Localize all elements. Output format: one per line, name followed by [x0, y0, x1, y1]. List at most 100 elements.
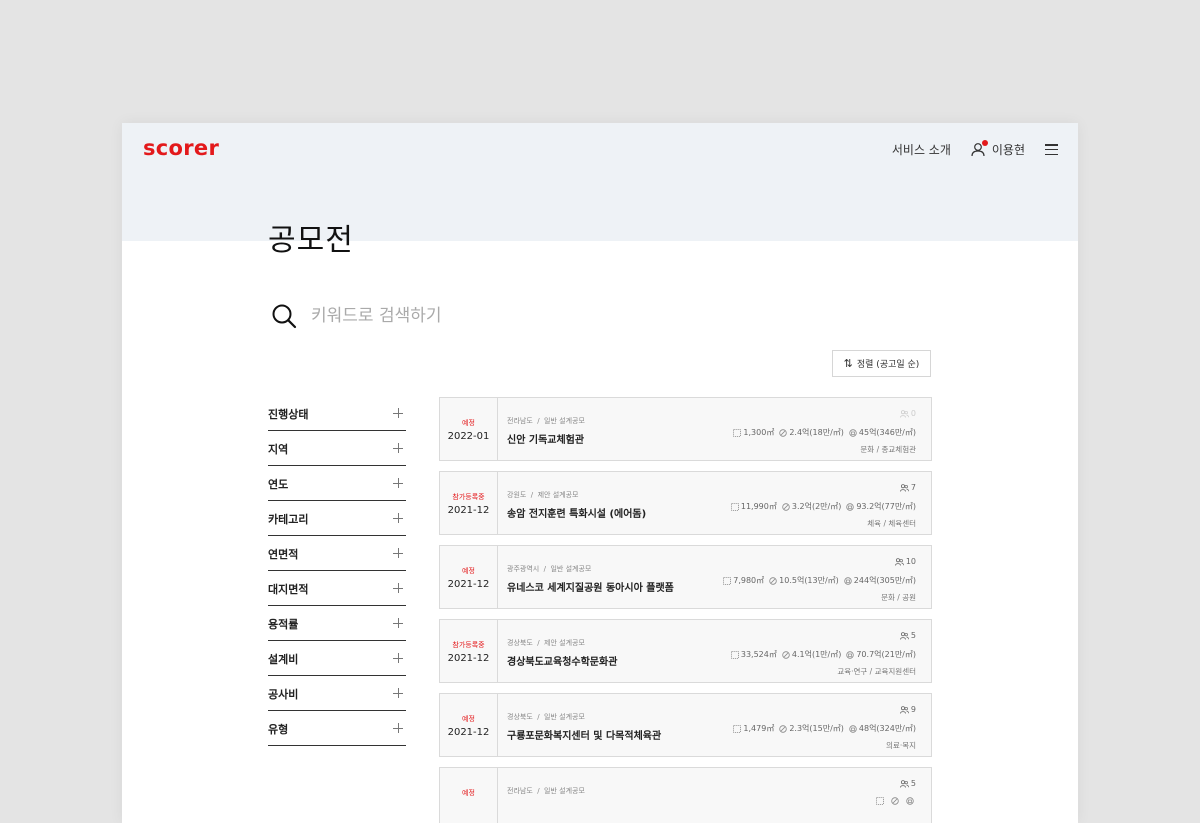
design-fee-icon [779, 428, 788, 437]
date-column: 참가등록중 2021-12 [440, 472, 498, 534]
date-column: 예정 2022-01 [440, 398, 498, 460]
region-type: 경상북도 / 일반 설계공모 [507, 713, 585, 721]
competition-title: 경상북도교육청수학문화관 [507, 657, 618, 668]
area-value: 11,990㎡ [740, 502, 777, 511]
contest-type: 일반 설계공모 [544, 417, 585, 425]
plus-icon[interactable] [393, 408, 403, 418]
search-bar [271, 303, 713, 329]
area-icon [731, 650, 739, 659]
plus-icon[interactable] [393, 723, 403, 733]
announce-date: 2022-01 [447, 431, 490, 442]
user-name: 이용현 [991, 143, 1025, 157]
contest-type: 제안 설계공모 [537, 491, 579, 499]
search-icon[interactable] [271, 303, 297, 329]
area-icon [731, 502, 739, 511]
design-fee-metric: 10.5억(13만/㎡) [769, 575, 839, 586]
participant-count: 9 [900, 705, 916, 714]
filter-category[interactable]: 카테고리 [268, 502, 406, 536]
construction-cost-metric [906, 797, 916, 805]
area-icon [733, 724, 742, 733]
service-intro-link[interactable]: 서비스 소개 [892, 141, 951, 158]
competition-card[interactable]: 예정 2021-12 광주광역시 / 일반 설계공모 유네스코 세계지질공원 동… [439, 545, 932, 609]
category-label: 의료·복지 [886, 741, 916, 750]
participant-value: 0 [910, 409, 916, 418]
filter-site-area[interactable]: 대지면적 [268, 572, 406, 606]
contest-type: 일반 설계공모 [550, 565, 592, 573]
area-value: 1,479㎡ [743, 724, 775, 733]
competition-card[interactable]: 참가등록중 2021-12 강원도 / 제안 설계공모 송암 전지훈련 특화시설… [439, 471, 932, 535]
filter-construction-cost[interactable]: 공사비 [268, 677, 406, 711]
filter-label: 설계비 [268, 652, 299, 666]
construction-cost-value: 45억(346만/㎡) [858, 428, 916, 437]
logo[interactable]: scorer [143, 136, 219, 160]
competition-card[interactable]: 예정 2022-01 전라남도 / 일반 설계공모 신안 기독교체험관 0 1,… [439, 397, 932, 461]
filter-label: 연면적 [268, 547, 299, 561]
region-type: 광주광역시 / 일반 설계공모 [507, 565, 592, 573]
contest-type: 일반 설계공모 [544, 787, 585, 795]
construction-cost-metric: 45억(346만/㎡) [849, 427, 916, 438]
announce-date: 2021-12 [447, 727, 490, 738]
status-badge: 예정 [462, 715, 475, 723]
date-column: 예정 2021-12 [440, 546, 498, 608]
date-column: 예정 2021-12 [440, 694, 498, 756]
filter-far[interactable]: 용적률 [268, 607, 406, 641]
user-menu[interactable]: 이용현 [971, 140, 1025, 158]
plus-icon[interactable] [393, 688, 403, 698]
region: 경상북도 [507, 639, 533, 647]
participant-count: 7 [900, 483, 916, 492]
region-type: 강원도 / 제안 설계공모 [507, 491, 579, 499]
sort-button[interactable]: ⇅ 정렬 (공고일 순) [832, 350, 931, 377]
competition-card[interactable]: 예정 전라남도 / 일반 설계공모 5 [439, 767, 932, 823]
search-input[interactable] [309, 305, 713, 327]
construction-cost-value: 48억(324만/㎡) [858, 724, 916, 733]
region-type: 경상북도 / 제안 설계공모 [507, 639, 585, 647]
plus-icon[interactable] [393, 618, 403, 628]
filter-design-fee[interactable]: 설계비 [268, 642, 406, 676]
plus-icon[interactable] [393, 548, 403, 558]
category: 의료·복지 [886, 740, 916, 751]
status-badge: 참가등록중 [452, 493, 485, 501]
construction-cost-value: 244억(305만/㎡) [853, 576, 916, 585]
construction-cost-icon [846, 502, 855, 511]
construction-cost-value: 70.7억(21만/㎡) [856, 650, 916, 659]
filter-label: 용적률 [268, 617, 299, 631]
top-nav: 서비스 소개 이용현 [892, 140, 1058, 158]
area-value: 7,980㎡ [733, 576, 765, 585]
filter-region[interactable]: 지역 [268, 432, 406, 466]
area-metric: 1,479㎡ [733, 723, 774, 734]
competition-card[interactable]: 참가등록중 2021-12 경상북도 / 제안 설계공모 경상북도교육청수학문화… [439, 619, 932, 683]
metrics: 33,524㎡ 4.1억(1만/㎡) 70.7억(21만/㎡) [726, 649, 916, 660]
design-fee-icon [891, 797, 899, 805]
plus-icon[interactable] [393, 478, 403, 488]
hamburger-menu-icon[interactable] [1045, 144, 1058, 155]
filter-floor-area[interactable]: 연면적 [268, 537, 406, 571]
design-fee-metric: 4.1억(1만/㎡) [782, 649, 841, 660]
area-icon [723, 576, 732, 585]
plus-icon[interactable] [393, 513, 403, 523]
area-value: 33,524㎡ [740, 650, 777, 659]
category-label: 체육 [867, 519, 882, 528]
region: 경상북도 [507, 713, 533, 721]
construction-cost-icon [849, 724, 857, 733]
construction-cost-metric: 244억(305만/㎡) [844, 575, 916, 586]
region-type: 전라남도 / 일반 설계공모 [507, 417, 585, 425]
filter-year[interactable]: 연도 [268, 467, 406, 501]
filter-status[interactable]: 진행상태 [268, 397, 406, 431]
filter-type[interactable]: 유형 [268, 712, 406, 746]
plus-icon[interactable] [393, 653, 403, 663]
announce-date: 2021-12 [447, 579, 490, 590]
page-title: 공모전 [268, 223, 354, 258]
date-column: 참가등록중 2021-12 [440, 620, 498, 682]
competition-card[interactable]: 예정 2021-12 경상북도 / 일반 설계공모 구룡포문화복지센터 및 다목… [439, 693, 932, 757]
design-fee-icon [782, 650, 790, 659]
construction-cost-metric: 93.2억(77만/㎡) [846, 501, 916, 512]
filter-label: 연도 [268, 477, 289, 491]
design-fee-value: 10.5억(13만/㎡) [779, 576, 839, 585]
plus-icon[interactable] [393, 583, 403, 593]
plus-icon[interactable] [393, 443, 403, 453]
status-badge: 예정 [462, 419, 475, 427]
area-metric [876, 797, 886, 805]
participant-value: 5 [910, 779, 916, 788]
construction-cost-icon [844, 576, 852, 585]
metrics: 1,300㎡ 2.4억(18만/㎡) 45억(346만/㎡) [728, 427, 916, 438]
